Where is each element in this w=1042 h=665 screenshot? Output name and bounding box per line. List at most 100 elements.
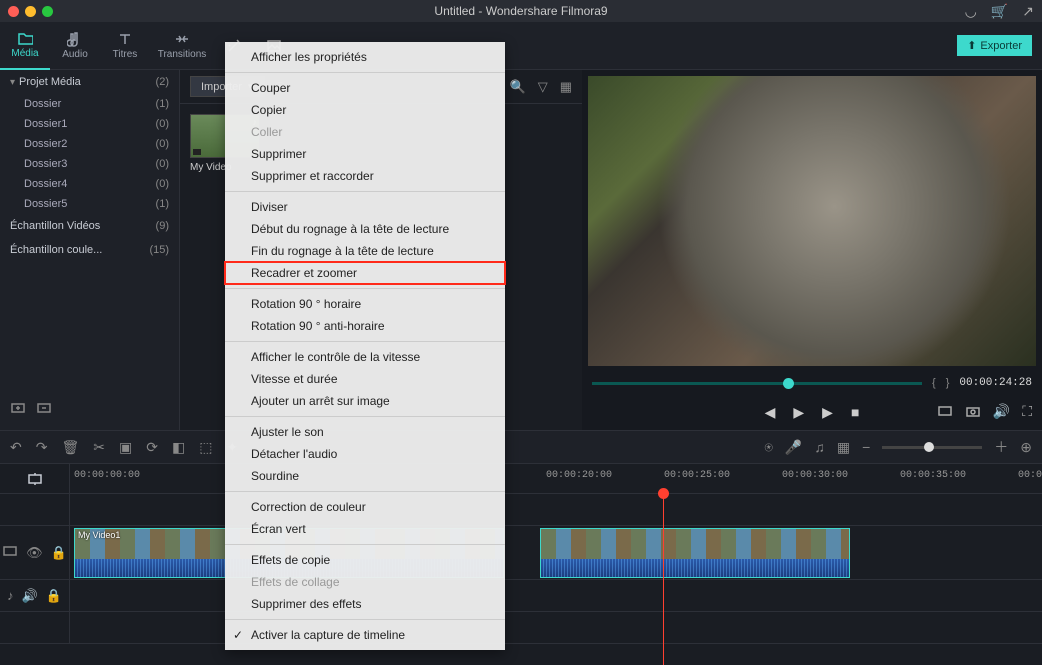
separator	[225, 191, 505, 192]
folder-name: Dossier3	[24, 158, 67, 170]
redo-icon[interactable]: ↷	[36, 439, 48, 456]
sidebar-sample-colors[interactable]: Échantillon coule... (15)	[0, 238, 179, 262]
clip-label: My Video1	[78, 530, 120, 540]
export-button[interactable]: ⬆ Exporter	[957, 35, 1032, 56]
marker-icon[interactable]: ⍟	[765, 439, 773, 456]
playback-quality-icon[interactable]	[937, 403, 953, 422]
audio-track[interactable]	[70, 580, 1042, 611]
tab-media[interactable]: Média	[0, 22, 50, 70]
zoom-fit-icon[interactable]: ⊕	[1020, 439, 1032, 456]
play-button[interactable]: ▶	[793, 404, 804, 421]
context-menu: Afficher les propriétés Couper Copier Co…	[225, 42, 505, 650]
track-lock-icon[interactable]: 🔒	[46, 588, 62, 604]
ctx-rotate-cw[interactable]: Rotation 90 ° horaire	[225, 293, 505, 315]
window-maximize[interactable]	[42, 6, 53, 17]
voiceover-icon[interactable]: 🎤	[785, 439, 802, 456]
ctx-remove-effects[interactable]: Supprimer des effets	[225, 593, 505, 615]
zoom-handle[interactable]	[924, 442, 934, 452]
delete-icon[interactable]: 🗑	[61, 439, 79, 456]
prev-frame-button[interactable]: ◀	[765, 404, 776, 421]
ctx-paste: Coller	[225, 121, 505, 143]
ctx-green-screen[interactable]: Écran vert	[225, 518, 505, 540]
delete-folder-icon[interactable]	[36, 399, 52, 420]
zoom-in-icon[interactable]: ＋	[994, 437, 1008, 457]
green-screen-icon[interactable]: ⬚	[199, 439, 212, 456]
ctx-speed-duration[interactable]: Vitesse et durée	[225, 368, 505, 390]
color-icon[interactable]: ◧	[172, 439, 185, 456]
sidebar-folder[interactable]: Dossier1(0)	[0, 114, 179, 134]
sidebar-folder[interactable]: Dossier4(0)	[0, 174, 179, 194]
ctx-rotate-ccw[interactable]: Rotation 90 ° anti-horaire	[225, 315, 505, 337]
new-folder-icon[interactable]	[10, 399, 26, 420]
window-close[interactable]	[8, 6, 19, 17]
zoom-out-icon[interactable]: −	[862, 439, 870, 455]
audio-track-icon: ♪	[7, 588, 14, 603]
tab-titles[interactable]: Titres	[100, 22, 150, 70]
titles-icon	[117, 31, 133, 47]
snapshot-icon[interactable]	[965, 403, 981, 422]
zoom-slider[interactable]	[882, 446, 982, 449]
speed-icon[interactable]: ⟳	[146, 439, 158, 456]
ctx-cut[interactable]: Couper	[225, 77, 505, 99]
next-frame-button[interactable]: ▶	[822, 404, 833, 421]
ctx-speed-ctrl[interactable]: Afficher le contrôle de la vitesse	[225, 346, 505, 368]
export-share-icon[interactable]: ↗	[1022, 3, 1034, 20]
ctx-crop-zoom[interactable]: Recadrer et zoomer	[225, 262, 505, 284]
ctx-mute[interactable]: Sourdine	[225, 465, 505, 487]
ctx-properties[interactable]: Afficher les propriétés	[225, 46, 505, 68]
sidebar-folder[interactable]: Dossier2(0)	[0, 134, 179, 154]
folder-name: Dossier4	[24, 178, 67, 190]
grid-view-icon[interactable]: ▦	[560, 79, 572, 95]
user-icon[interactable]: ◡	[965, 3, 977, 20]
sidebar-project-media[interactable]: ▾ Projet Média (2)	[0, 70, 179, 94]
tab-transitions[interactable]: Transitions	[150, 22, 214, 70]
volume-icon[interactable]: 🔊	[993, 403, 1010, 422]
brace-left-icon[interactable]: {	[932, 377, 936, 389]
tab-audio[interactable]: Audio	[50, 22, 100, 70]
ctx-freeze-frame[interactable]: Ajouter un arrêt sur image	[225, 390, 505, 412]
scrub-bar[interactable]	[592, 382, 922, 385]
sidebar-folder[interactable]: Dossier5(1)	[0, 194, 179, 214]
tab-transitions-label: Transitions	[158, 49, 207, 60]
sidebar-folder[interactable]: Dossier(1)	[0, 94, 179, 114]
video-track[interactable]: My Video1	[70, 526, 1042, 579]
playhead[interactable]	[658, 488, 669, 499]
ctx-split[interactable]: Diviser	[225, 196, 505, 218]
ctx-copy-effects[interactable]: Effets de copie	[225, 549, 505, 571]
brace-right-icon[interactable]: }	[946, 377, 950, 389]
mixer-icon[interactable]: ♫	[814, 439, 825, 455]
tick: 00:00:40:00	[1018, 470, 1042, 481]
ctx-delete[interactable]: Supprimer	[225, 143, 505, 165]
render-icon[interactable]: ▦	[837, 439, 850, 456]
export-label: Exporter	[980, 40, 1022, 52]
crop-icon[interactable]: ▣	[119, 439, 132, 456]
ctx-trim-end[interactable]: Fin du rognage à la tête de lecture	[225, 240, 505, 262]
ctx-trim-start[interactable]: Début du rognage à la tête de lecture	[225, 218, 505, 240]
fullscreen-icon[interactable]: ⛶	[1022, 403, 1032, 422]
stop-button[interactable]: ■	[851, 404, 859, 420]
ctx-copy[interactable]: Copier	[225, 99, 505, 121]
track-visibility-icon[interactable]: 👁	[26, 545, 43, 561]
timeline-settings-icon[interactable]	[0, 464, 70, 493]
track-lock-icon[interactable]: 🔒	[51, 545, 67, 561]
filter-icon[interactable]: ▽	[538, 79, 548, 95]
ctx-detach-audio[interactable]: Détacher l'audio	[225, 443, 505, 465]
scrub-handle[interactable]	[783, 378, 794, 389]
tick: 00:00:35:00	[900, 470, 966, 481]
undo-icon[interactable]: ↶	[10, 439, 22, 456]
ctx-adjust-audio[interactable]: Ajuster le son	[225, 421, 505, 443]
ctx-timeline-snap[interactable]: Activer la capture de timeline	[225, 624, 505, 646]
window-minimize[interactable]	[25, 6, 36, 17]
timeline-clip[interactable]	[540, 528, 850, 578]
folder-name: Dossier	[24, 98, 61, 110]
ctx-ripple-delete[interactable]: Supprimer et raccorder	[225, 165, 505, 187]
search-icon[interactable]: 🔍	[510, 79, 526, 95]
split-icon[interactable]: ✂	[93, 439, 105, 456]
cart-icon[interactable]: 🛒	[991, 3, 1008, 20]
preview-viewport[interactable]	[588, 76, 1036, 366]
sidebar-folder[interactable]: Dossier3(0)	[0, 154, 179, 174]
timeline-ruler[interactable]: 00:00:00:00 00:00:20:00 00:00:25:00 00:0…	[70, 464, 1042, 493]
ctx-color-correction[interactable]: Correction de couleur	[225, 496, 505, 518]
sidebar-sample-videos[interactable]: Échantillon Vidéos (9)	[0, 214, 179, 238]
track-mute-icon[interactable]: 🔊	[22, 588, 38, 604]
